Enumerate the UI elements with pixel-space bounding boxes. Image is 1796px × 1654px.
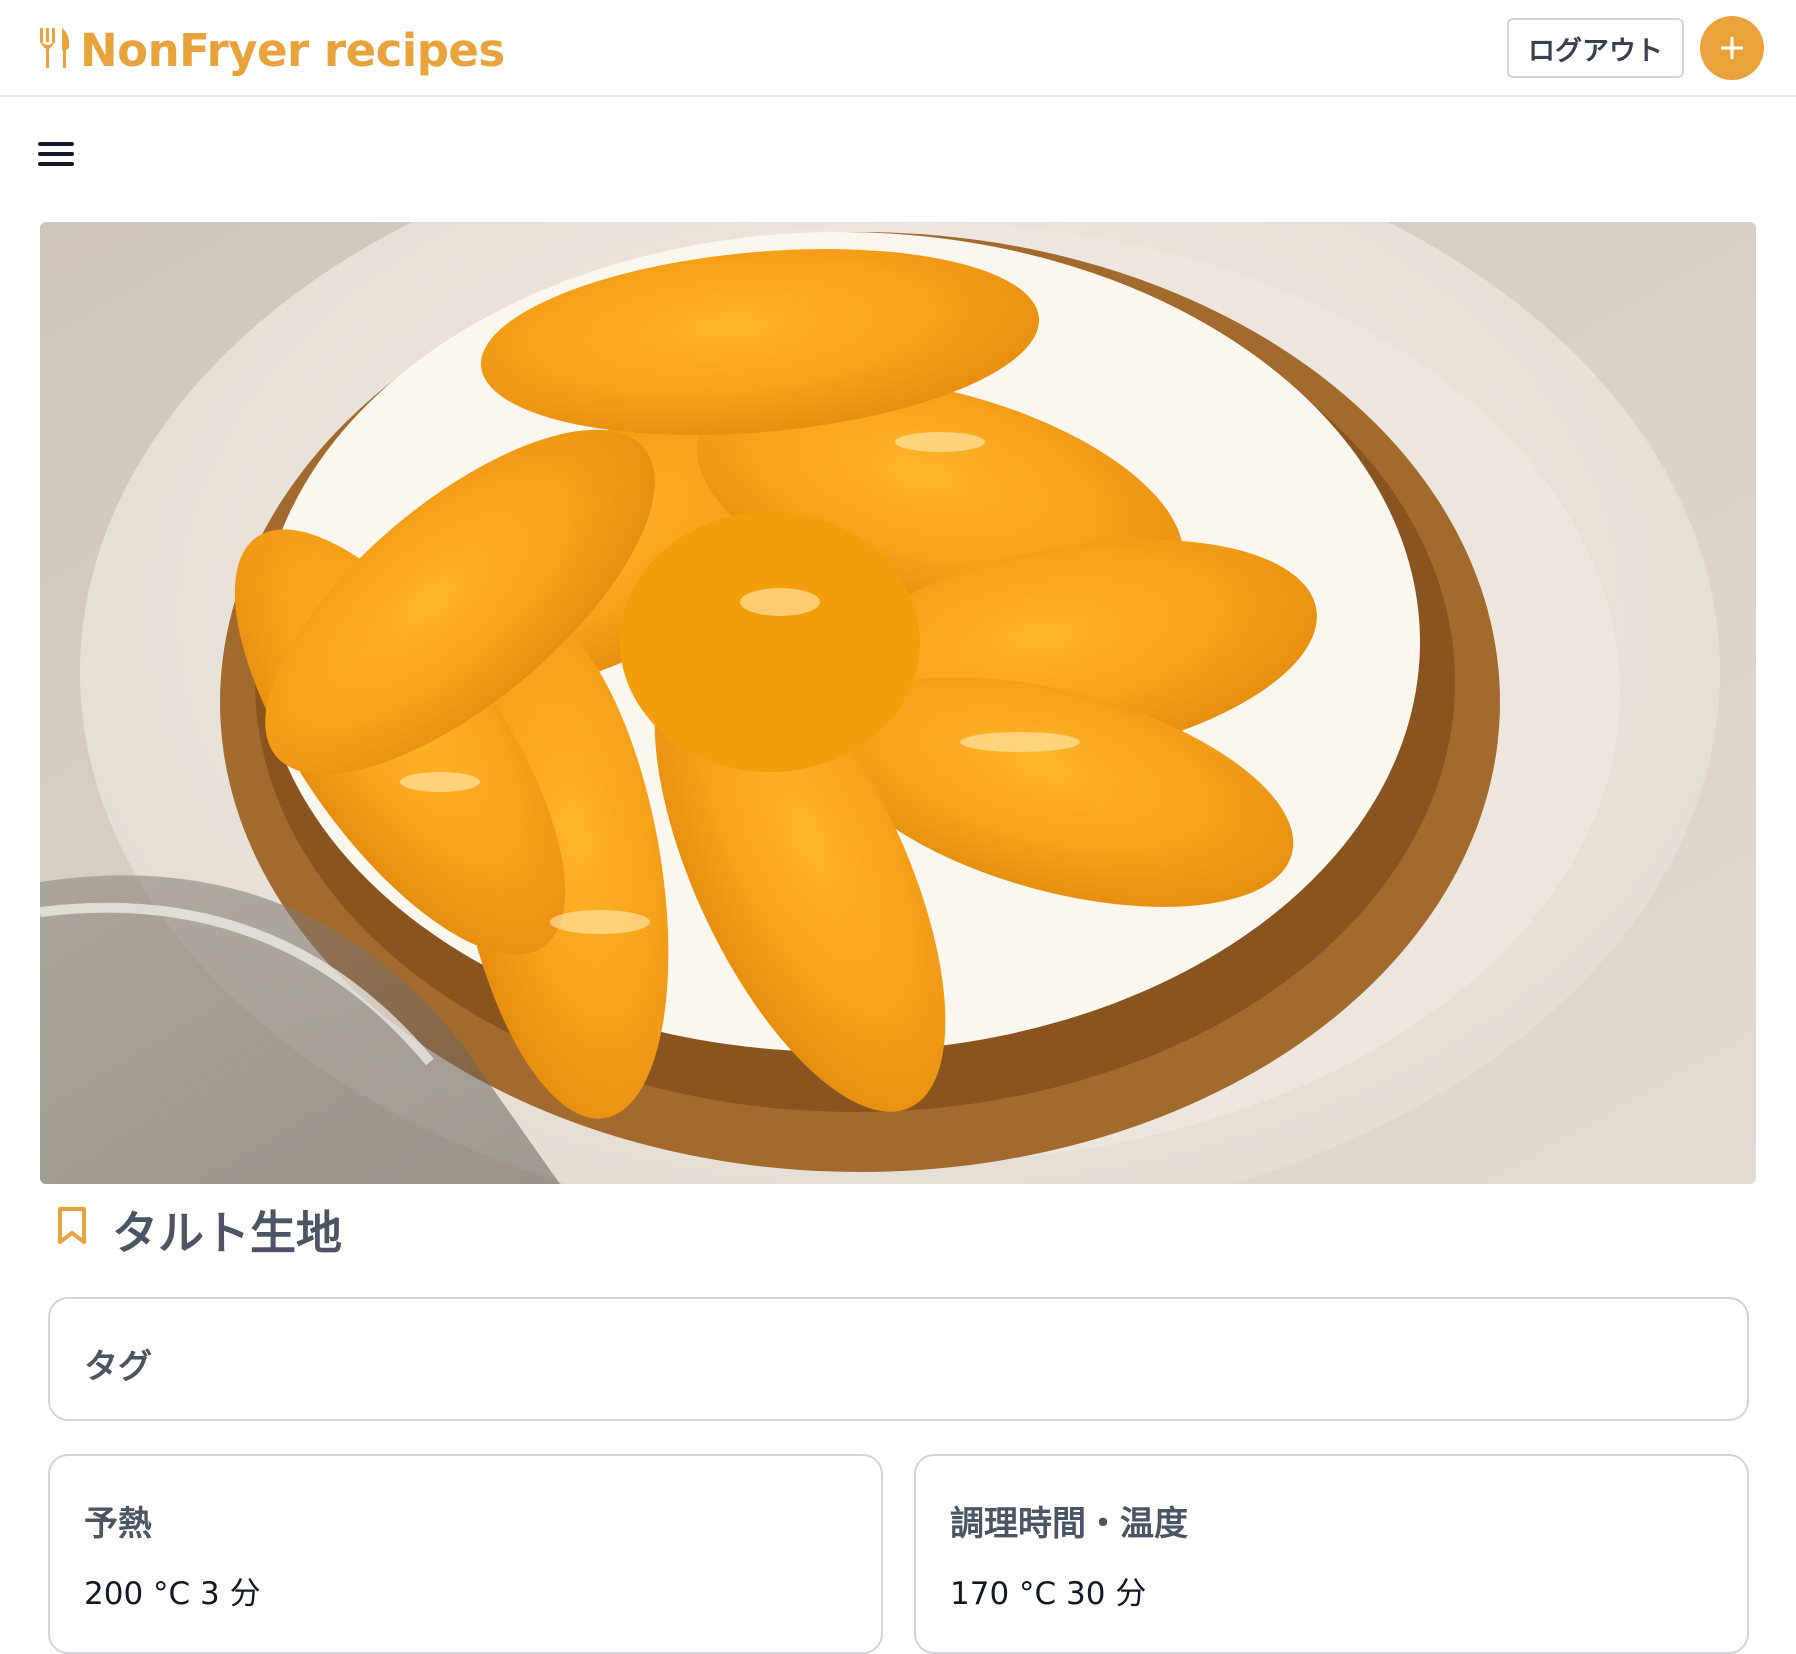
- tags-label: タグ: [84, 1347, 152, 1387]
- cook-value: 170 °C 30 分: [950, 1576, 1147, 1612]
- cook-label: 調理時間・温度: [950, 1504, 1188, 1544]
- recipe-title: タルト生地: [112, 1206, 342, 1260]
- utensils-icon: [38, 26, 72, 74]
- plus-icon: [1721, 37, 1743, 59]
- logout-button[interactable]: ログアウト: [1507, 18, 1684, 78]
- bookmark-icon[interactable]: [55, 1206, 89, 1246]
- preheat-card: 予熱 200 °C 3 分: [48, 1454, 883, 1654]
- brand-link[interactable]: NonFryer recipes: [38, 18, 505, 82]
- brand-title: NonFryer recipes: [80, 23, 505, 77]
- preheat-label: 予熱: [84, 1504, 152, 1544]
- add-recipe-button[interactable]: [1700, 16, 1764, 80]
- preheat-value: 200 °C 3 分: [84, 1576, 261, 1612]
- hamburger-menu-icon[interactable]: [36, 138, 76, 170]
- app-header: NonFryer recipes ログアウト: [0, 0, 1796, 97]
- recipe-hero-image: [40, 222, 1756, 1184]
- tags-card: タグ: [48, 1297, 1749, 1421]
- cook-card: 調理時間・温度 170 °C 30 分: [914, 1454, 1749, 1654]
